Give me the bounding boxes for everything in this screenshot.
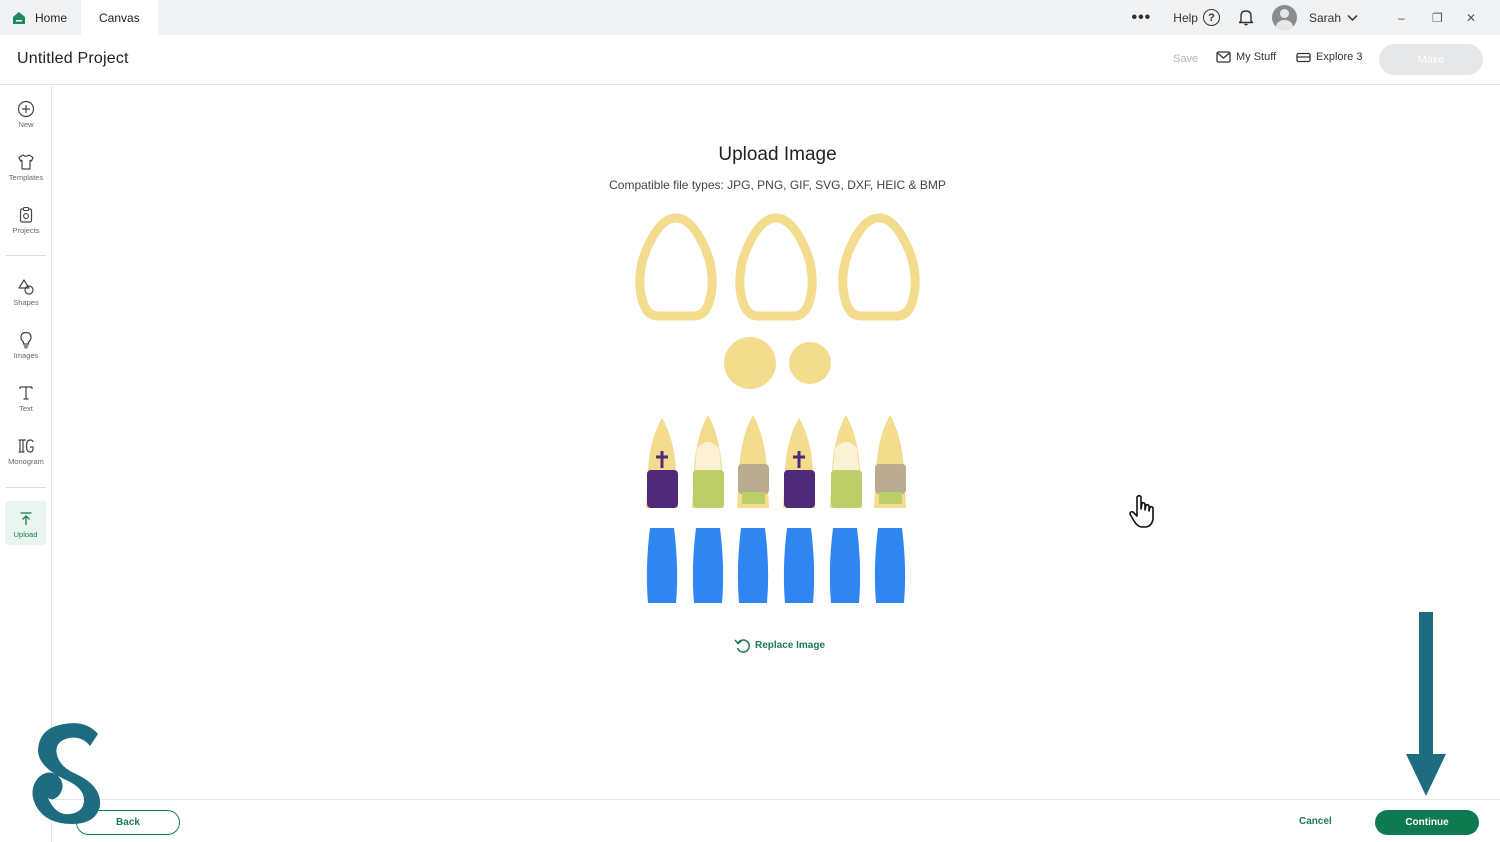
figure-piece: [692, 415, 724, 508]
circle-piece: [789, 342, 831, 384]
sidebar-item-label: Monogram: [8, 457, 44, 466]
body-piece: [874, 528, 906, 603]
sidebar-item-new[interactable]: New: [0, 100, 52, 129]
arch-piece: [635, 213, 717, 321]
notifications-button[interactable]: [1238, 9, 1254, 26]
tab-canvas[interactable]: Canvas: [81, 0, 158, 35]
title-bar: Home Canvas ••• Help ? Sarah – ❐ ✕: [0, 0, 1500, 35]
continue-button[interactable]: Continue: [1375, 810, 1479, 835]
sidebar-item-label: Shapes: [13, 298, 39, 307]
body-piece: [783, 528, 815, 603]
cutting-machine-icon: [1296, 52, 1311, 62]
sidebar-item-monogram[interactable]: Monogram: [0, 437, 52, 466]
body-piece: [737, 528, 769, 603]
upload-icon: [20, 512, 31, 525]
figure-piece: [646, 418, 678, 508]
bell-icon: [1238, 10, 1254, 26]
replace-image-button[interactable]: Replace Image: [734, 638, 825, 653]
tab-canvas-label: Canvas: [99, 10, 140, 25]
sidebar-item-label: Text: [19, 404, 33, 413]
envelope-icon: [1216, 51, 1231, 63]
figure-piece: [737, 415, 769, 508]
clipboard-icon: [19, 206, 33, 223]
monogram-icon: [18, 439, 34, 453]
machine-selector[interactable]: Explore 3: [1296, 51, 1362, 63]
file-types-text: Compatible file types: JPG, PNG, GIF, SV…: [609, 178, 946, 192]
question-circle-icon: ?: [1202, 9, 1220, 26]
footer-divider: [52, 799, 1500, 800]
sidebar-item-shapes[interactable]: Shapes: [0, 278, 52, 307]
avatar: [1271, 5, 1297, 30]
sidebar-divider: [6, 255, 46, 256]
project-header: Untitled Project Save My Stuff Explore 3…: [0, 35, 1500, 85]
help-button[interactable]: Help ?: [1173, 9, 1220, 26]
more-dots-icon[interactable]: •••: [1131, 9, 1151, 27]
arch-piece: [838, 213, 920, 321]
plus-circle-icon: [17, 100, 35, 118]
body-piece: [692, 528, 724, 603]
body-piece: [829, 528, 861, 603]
project-title[interactable]: Untitled Project: [17, 50, 129, 68]
chevron-down-icon: [1347, 14, 1358, 21]
arch-piece: [735, 213, 817, 321]
annotation-arrow-down-icon: [1406, 612, 1446, 796]
machine-label: Explore 3: [1316, 51, 1363, 63]
text-icon: [19, 386, 33, 400]
lightbulb-icon: [20, 331, 32, 349]
make-button[interactable]: Make: [1379, 44, 1483, 75]
restore-button[interactable]: ❐: [1432, 11, 1466, 25]
watermark-logo: [32, 723, 101, 824]
figure-piece: [830, 415, 862, 508]
save-button[interactable]: Save: [1173, 53, 1198, 65]
minimize-button[interactable]: –: [1398, 11, 1432, 25]
cancel-button[interactable]: Cancel: [1299, 816, 1332, 827]
sidebar-item-upload[interactable]: Upload: [5, 501, 46, 545]
sidebar-item-projects[interactable]: Projects: [0, 206, 52, 235]
body-piece: [646, 528, 678, 603]
sidebar-divider: [6, 487, 46, 488]
sidebar-item-label: Upload: [13, 530, 38, 539]
help-label: Help: [1173, 10, 1198, 25]
hand-cursor-icon: [1129, 494, 1154, 528]
close-button[interactable]: ✕: [1466, 11, 1500, 25]
sidebar-item-label: Images: [13, 351, 39, 360]
page-title: Upload Image: [718, 144, 837, 165]
tab-home-label: Home: [35, 10, 68, 25]
shapes-icon: [18, 279, 34, 295]
home-icon: [13, 11, 25, 24]
my-stuff-button[interactable]: My Stuff: [1216, 51, 1276, 63]
figure-piece: [874, 415, 906, 508]
sidebar-item-label: New: [18, 120, 34, 129]
sidebar-item-images[interactable]: Images: [0, 331, 52, 360]
sidebar-item-text[interactable]: Text: [0, 384, 52, 413]
my-stuff-label: My Stuff: [1236, 51, 1277, 63]
user-name: Sarah: [1308, 10, 1341, 25]
uploaded-image-preview: [635, 213, 920, 603]
circle-piece: [724, 337, 776, 389]
replace-image-label: Replace Image: [755, 640, 826, 651]
tab-home[interactable]: Home: [0, 0, 81, 35]
sidebar-item-label: Projects: [12, 226, 40, 235]
figure-piece: [783, 418, 815, 508]
refresh-icon: [734, 639, 750, 653]
user-menu[interactable]: Sarah: [1271, 5, 1398, 30]
